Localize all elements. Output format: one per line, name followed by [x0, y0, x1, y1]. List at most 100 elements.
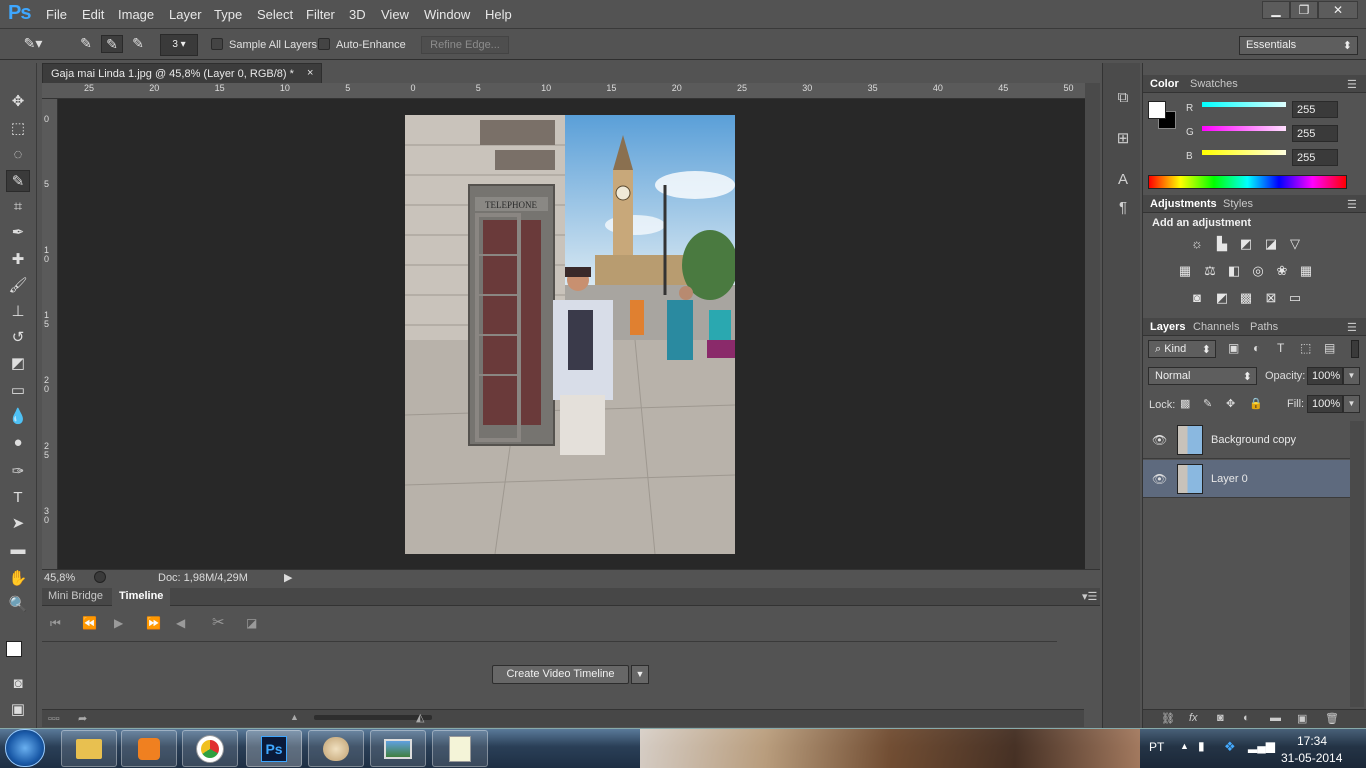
visibility-eye-icon[interactable]: 👁 — [1152, 472, 1167, 486]
foreground-color-swatch[interactable] — [6, 641, 22, 657]
screen-mode-icon[interactable]: ▣ — [6, 699, 30, 721]
minimize-button[interactable]: ▁ — [1262, 1, 1290, 19]
healing-brush-tool-icon[interactable]: ✚ — [6, 249, 30, 271]
filter-smart-object-icon[interactable]: ▤ — [1324, 341, 1335, 355]
menu-edit[interactable]: Edit — [82, 7, 104, 22]
quick-mask-icon[interactable]: ◙ — [6, 673, 30, 695]
filter-pixel-icon[interactable]: ▣ — [1228, 341, 1239, 355]
type-tool-icon[interactable]: T — [6, 487, 30, 509]
tab-swatches[interactable]: Swatches — [1190, 78, 1238, 90]
menu-filter[interactable]: Filter — [306, 7, 335, 22]
character-panel-icon[interactable]: A — [1113, 171, 1133, 191]
delete-layer-icon[interactable]: 🗑 — [1325, 712, 1339, 725]
hue-saturation-icon[interactable]: ▦ — [1176, 263, 1194, 279]
selective-color-icon[interactable]: ⊠ — [1262, 290, 1280, 306]
foreground-color-chip[interactable] — [1148, 101, 1166, 119]
audio-icon[interactable]: ◀ — [176, 616, 185, 630]
brush-size-picker[interactable]: 3 ▾ — [160, 34, 198, 56]
channel-r-slider[interactable] — [1202, 102, 1286, 107]
rectangle-tool-icon[interactable]: ▬ — [6, 539, 30, 561]
history-panel-icon[interactable]: ⧉ — [1113, 89, 1133, 109]
tab-adjustments[interactable]: Adjustments — [1150, 198, 1217, 210]
create-video-timeline-button[interactable]: Create Video Timeline — [492, 665, 629, 684]
taskbar-notepad[interactable] — [432, 730, 488, 767]
color-lookup-icon[interactable]: ▦ — [1297, 263, 1315, 279]
link-layers-icon[interactable]: ⛓ — [1161, 712, 1175, 725]
clone-stamp-tool-icon[interactable]: ⊥ — [6, 301, 30, 323]
zoom-in-timeline-icon[interactable]: ◭ — [416, 711, 424, 724]
posterize-icon[interactable]: ◩ — [1213, 290, 1231, 306]
new-adjustment-layer-icon[interactable]: ◐ — [1243, 712, 1250, 724]
close-document-icon[interactable]: × — [307, 67, 313, 79]
layer-filter-dropdown[interactable]: ⌕ Kind ⬍ — [1148, 340, 1216, 358]
blend-mode-dropdown[interactable]: Normal ⬍ — [1148, 367, 1257, 385]
brush-tool-icon[interactable]: 🖌 — [6, 275, 30, 297]
menu-3d[interactable]: 3D — [349, 7, 366, 22]
layer-row-layer-0[interactable]: 👁 Layer 0 — [1143, 460, 1350, 498]
brightness-contrast-icon[interactable]: ☼ — [1188, 236, 1206, 252]
start-button[interactable] — [5, 729, 45, 767]
language-indicator[interactable]: PT — [1149, 740, 1164, 754]
eraser-tool-icon[interactable]: ◩ — [6, 353, 30, 375]
auto-enhance-checkbox[interactable] — [318, 38, 330, 50]
lock-image-icon[interactable]: ✎ — [1203, 397, 1212, 410]
menu-help[interactable]: Help — [485, 7, 512, 22]
channel-b-slider[interactable] — [1202, 150, 1286, 155]
close-button[interactable]: ✕ — [1318, 1, 1358, 19]
network-icon[interactable]: ▂▄▆ — [1248, 739, 1275, 753]
gradient-tool-icon[interactable]: ▭ — [6, 380, 30, 402]
tab-mini-bridge[interactable]: Mini Bridge — [48, 590, 103, 602]
next-frame-icon[interactable]: ⏩ — [146, 616, 161, 630]
taskbar-explorer[interactable] — [61, 730, 117, 767]
sample-all-layers-checkbox[interactable] — [211, 38, 223, 50]
dropbox-icon[interactable]: ❖ — [1224, 739, 1236, 755]
vertical-scrollbar[interactable] — [1085, 83, 1100, 569]
filter-toggle[interactable] — [1351, 340, 1359, 358]
add-mask-icon[interactable]: ◙ — [1217, 712, 1224, 724]
history-brush-tool-icon[interactable]: ↺ — [6, 327, 30, 349]
convert-frame-icon[interactable]: ▫▫▫ — [48, 713, 60, 725]
properties-panel-icon[interactable]: ⊞ — [1113, 129, 1133, 149]
lock-transparent-icon[interactable]: ▩ — [1180, 397, 1190, 410]
tab-timeline[interactable]: Timeline — [112, 588, 171, 606]
eyedropper-tool-icon[interactable]: ✒ — [6, 222, 30, 244]
menu-window[interactable]: Window — [424, 7, 470, 22]
color-balance-icon[interactable]: ⚖ — [1201, 263, 1219, 279]
quick-selection-tool-icon[interactable]: ✎ — [6, 170, 30, 192]
tab-paths[interactable]: Paths — [1250, 321, 1278, 333]
restore-button[interactable]: ❐ — [1290, 1, 1318, 19]
timeline-mode-dropdown-icon[interactable]: ▼ — [631, 665, 649, 684]
color-spectrum-bar[interactable] — [1148, 175, 1347, 189]
opacity-field[interactable]: 100% — [1307, 367, 1343, 385]
lock-position-icon[interactable]: ✥ — [1226, 397, 1235, 410]
menu-layer[interactable]: Layer — [169, 7, 202, 22]
taskbar-paint[interactable] — [308, 730, 364, 767]
new-selection-icon[interactable]: ✎ — [75, 35, 97, 53]
channel-g-slider[interactable] — [1202, 126, 1286, 131]
status-info-icon[interactable] — [94, 571, 106, 583]
fill-dropdown-icon[interactable]: ▼ — [1343, 395, 1360, 413]
menu-view[interactable]: View — [381, 7, 409, 22]
path-selection-tool-icon[interactable]: ➤ — [6, 513, 30, 535]
filter-shape-icon[interactable]: ⬚ — [1300, 341, 1311, 355]
document-tab[interactable]: Gaja mai Linda 1.jpg @ 45,8% (Layer 0, R… — [42, 63, 322, 83]
black-white-icon[interactable]: ◧ — [1225, 263, 1243, 279]
channel-g-value[interactable]: 255 — [1292, 125, 1338, 142]
curves-icon[interactable]: ◩ — [1237, 236, 1255, 252]
power-icon[interactable]: ▮ — [1198, 739, 1205, 753]
layer-row-background-copy[interactable]: 👁 Background copy — [1143, 421, 1350, 459]
clock-time[interactable]: 17:34 — [1297, 734, 1327, 748]
zoom-out-timeline-icon[interactable]: ▲ — [290, 712, 299, 722]
move-tool-icon[interactable]: ✥ — [6, 91, 30, 113]
zoom-tool-icon[interactable]: 🔍 — [6, 594, 30, 616]
levels-icon[interactable]: ▙ — [1213, 236, 1231, 252]
pen-tool-icon[interactable]: ✑ — [6, 461, 30, 483]
lock-all-icon[interactable]: 🔒 — [1249, 397, 1263, 410]
tab-styles[interactable]: Styles — [1223, 198, 1253, 210]
split-icon[interactable]: ✂ — [212, 613, 225, 631]
crop-tool-icon[interactable]: ⌗ — [6, 196, 30, 218]
paragraph-panel-icon[interactable]: ¶ — [1113, 199, 1133, 219]
hand-tool-icon[interactable]: ✋ — [6, 568, 30, 590]
show-hidden-icons[interactable]: ▲ — [1180, 741, 1189, 751]
marquee-tool-icon[interactable]: ⬚ — [6, 118, 30, 140]
